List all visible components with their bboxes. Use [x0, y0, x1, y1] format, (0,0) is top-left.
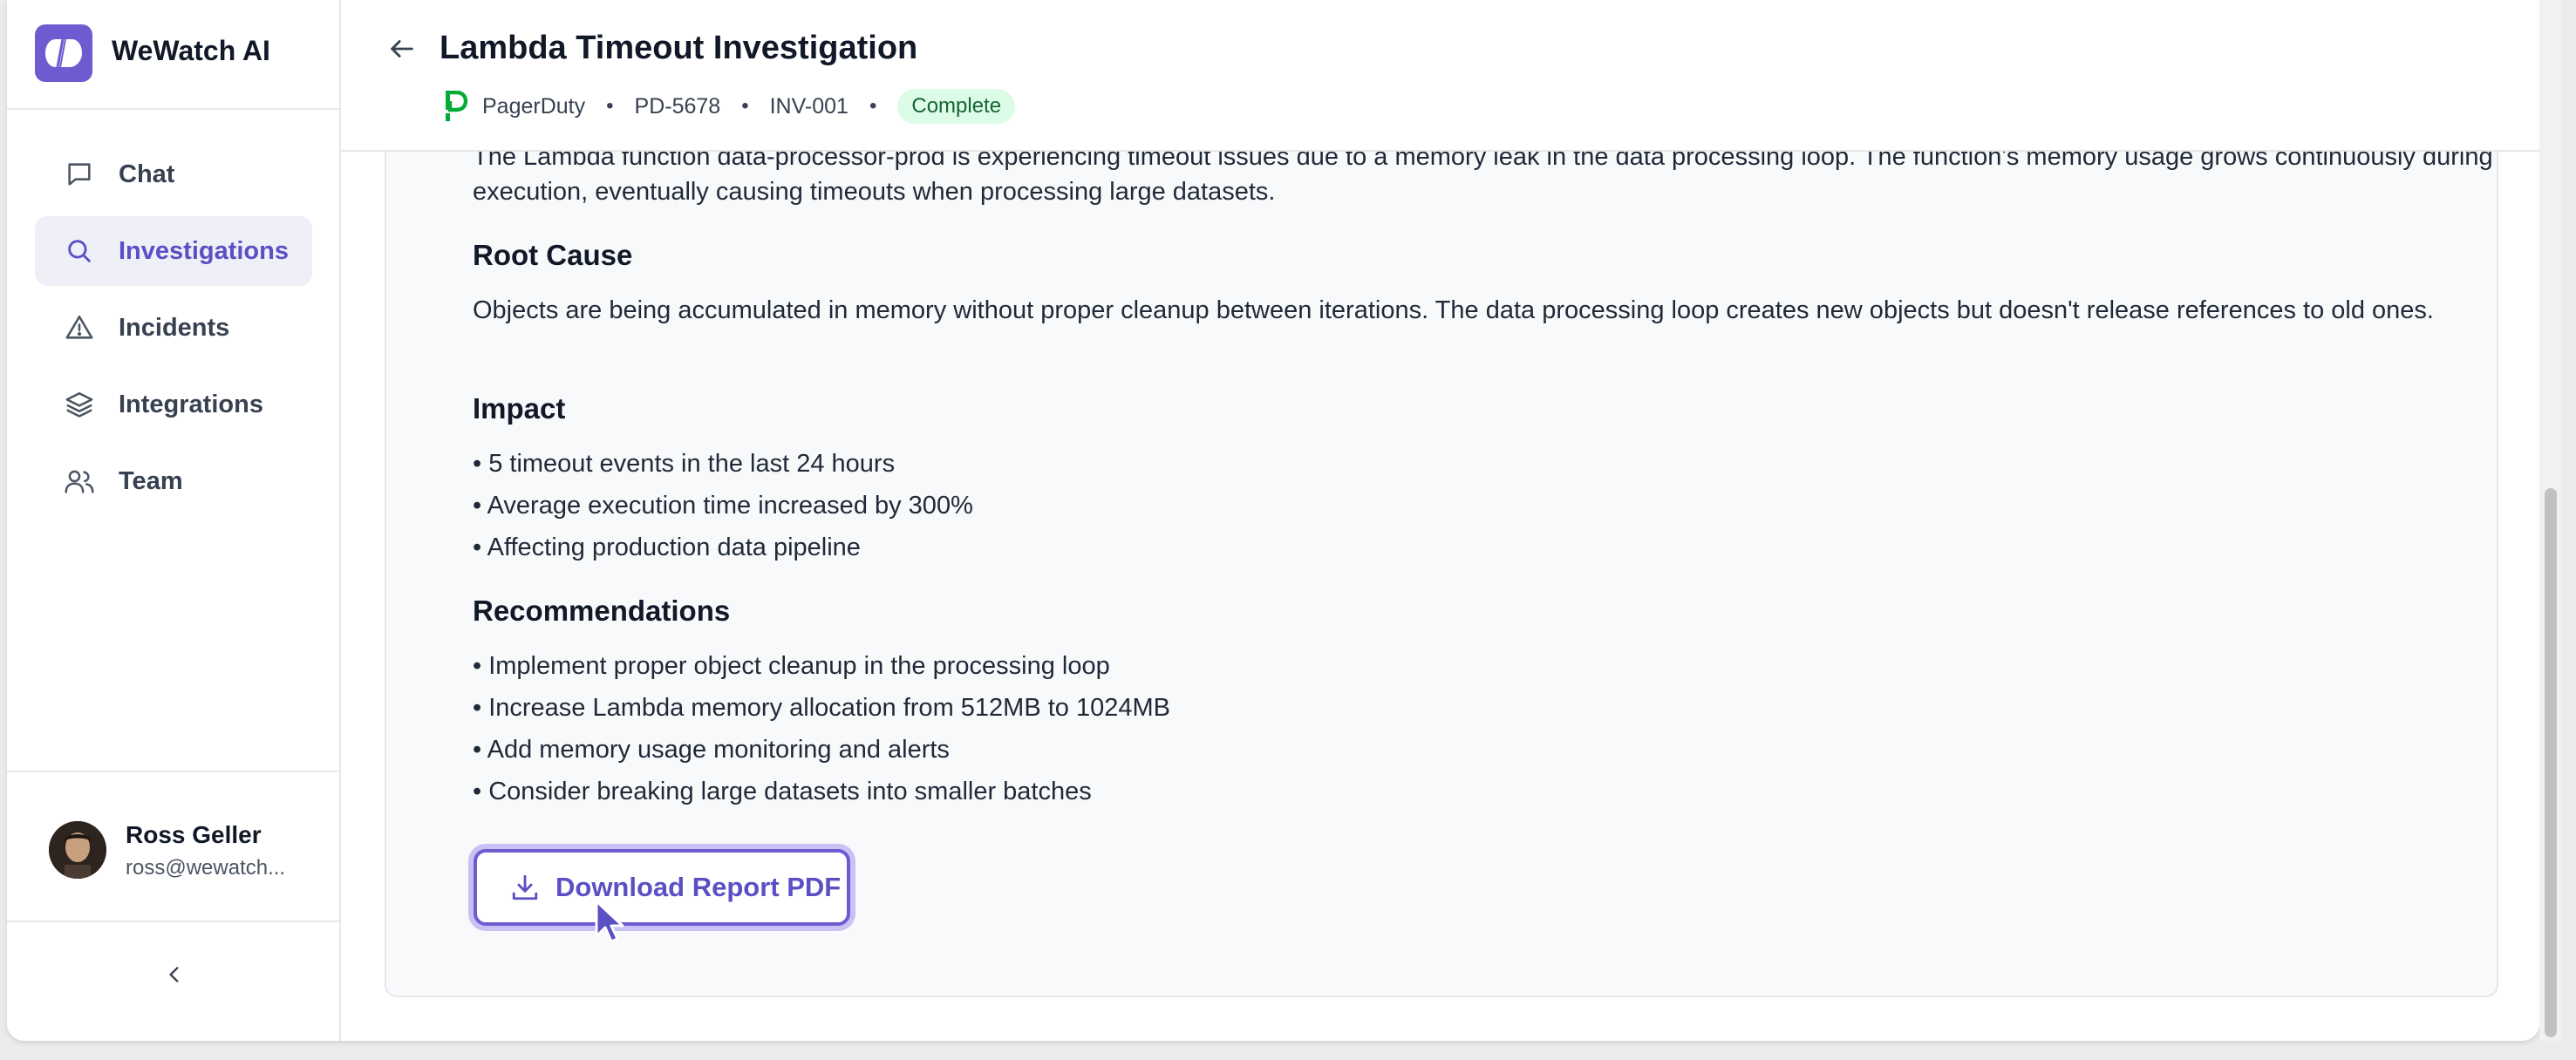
back-button[interactable] — [385, 33, 419, 68]
list-item: • Affecting production data pipeline — [473, 533, 861, 561]
sidebar-nav: Chat Investigations Incidents Integratio… — [35, 139, 312, 523]
search-icon — [63, 234, 96, 268]
warning-icon — [63, 311, 96, 344]
separator-dot: • — [606, 94, 614, 118]
vertical-scrollbar[interactable] — [2539, 0, 2562, 1041]
list-item: • 5 timeout events in the last 24 hours — [473, 450, 896, 478]
user-profile[interactable]: Ross Geller ross@wewatch... — [7, 771, 339, 922]
sidebar-item-label: Incidents — [119, 313, 230, 342]
chat-icon — [63, 158, 96, 191]
sidebar-item-integrations[interactable]: Integrations — [35, 370, 312, 439]
incident-id: PD-5678 — [634, 93, 721, 119]
brand-header: WeWatch AI — [7, 0, 339, 110]
main-content: The Lambda function data-processor-prod … — [341, 117, 2539, 1041]
user-name: Ross Geller — [126, 821, 262, 848]
sidebar-item-label: Team — [119, 466, 183, 495]
download-report-button[interactable]: Download Report PDF — [474, 849, 850, 926]
list-item: • Average execution time increased by 30… — [473, 492, 973, 520]
layers-icon — [63, 388, 96, 421]
root-cause-text: Objects are being accumulated in memory … — [473, 296, 2434, 324]
sidebar-item-label: Investigations — [119, 236, 289, 265]
sidebar-item-investigations[interactable]: Investigations — [35, 216, 312, 286]
page-title: Lambda Timeout Investigation — [440, 30, 918, 66]
brand-name: WeWatch AI — [112, 35, 270, 66]
root-cause-heading: Root Cause — [473, 239, 633, 271]
separator-dot: • — [869, 94, 877, 118]
investigation-id: INV-001 — [769, 93, 848, 119]
mouse-cursor-icon — [593, 898, 628, 951]
pagerduty-icon — [444, 90, 468, 122]
sidebar: WeWatch AI Chat Investigations Incidents… — [7, 0, 341, 1041]
wewatch-logo-icon[interactable] — [35, 24, 92, 82]
app-window: WeWatch AI Chat Investigations Incidents… — [7, 0, 2539, 1041]
sidebar-item-label: Chat — [119, 160, 175, 188]
list-item: • Implement proper object cleanup in the… — [473, 652, 1110, 680]
scrollbar-thumb[interactable] — [2545, 488, 2557, 1037]
avatar[interactable] — [49, 821, 106, 879]
users-icon — [63, 465, 96, 498]
impact-heading: Impact — [473, 392, 566, 425]
list-item: • Add memory usage monitoring and alerts — [473, 736, 950, 764]
list-item: • Consider breaking large datasets into … — [473, 778, 1092, 805]
source-label: PagerDuty — [482, 93, 586, 119]
arrow-left-icon — [387, 34, 417, 68]
chevron-left-icon — [163, 963, 186, 990]
status-badge: Complete — [897, 89, 1016, 124]
list-item: • Increase Lambda memory allocation from… — [473, 694, 1170, 722]
user-email: ross@wewatch... — [126, 856, 286, 880]
report-card: The Lambda function data-processor-prod … — [385, 117, 2498, 997]
download-icon — [510, 873, 540, 902]
sidebar-item-chat[interactable]: Chat — [35, 139, 312, 209]
recommendations-heading: Recommendations — [473, 595, 731, 627]
separator-dot: • — [741, 94, 749, 118]
sidebar-item-incidents[interactable]: Incidents — [35, 293, 312, 363]
sidebar-item-team[interactable]: Team — [35, 446, 312, 516]
page-header: Lambda Timeout Investigation PagerDuty •… — [341, 0, 2539, 152]
recommendations-list: • Implement proper object cleanup in the… — [473, 645, 1170, 812]
impact-list: • 5 timeout events in the last 24 hours … — [473, 443, 973, 568]
sidebar-item-label: Integrations — [119, 390, 263, 418]
investigation-meta: PagerDuty • PD-5678 • INV-001 • Complete — [444, 87, 1016, 126]
collapse-sidebar-button[interactable] — [157, 959, 192, 994]
